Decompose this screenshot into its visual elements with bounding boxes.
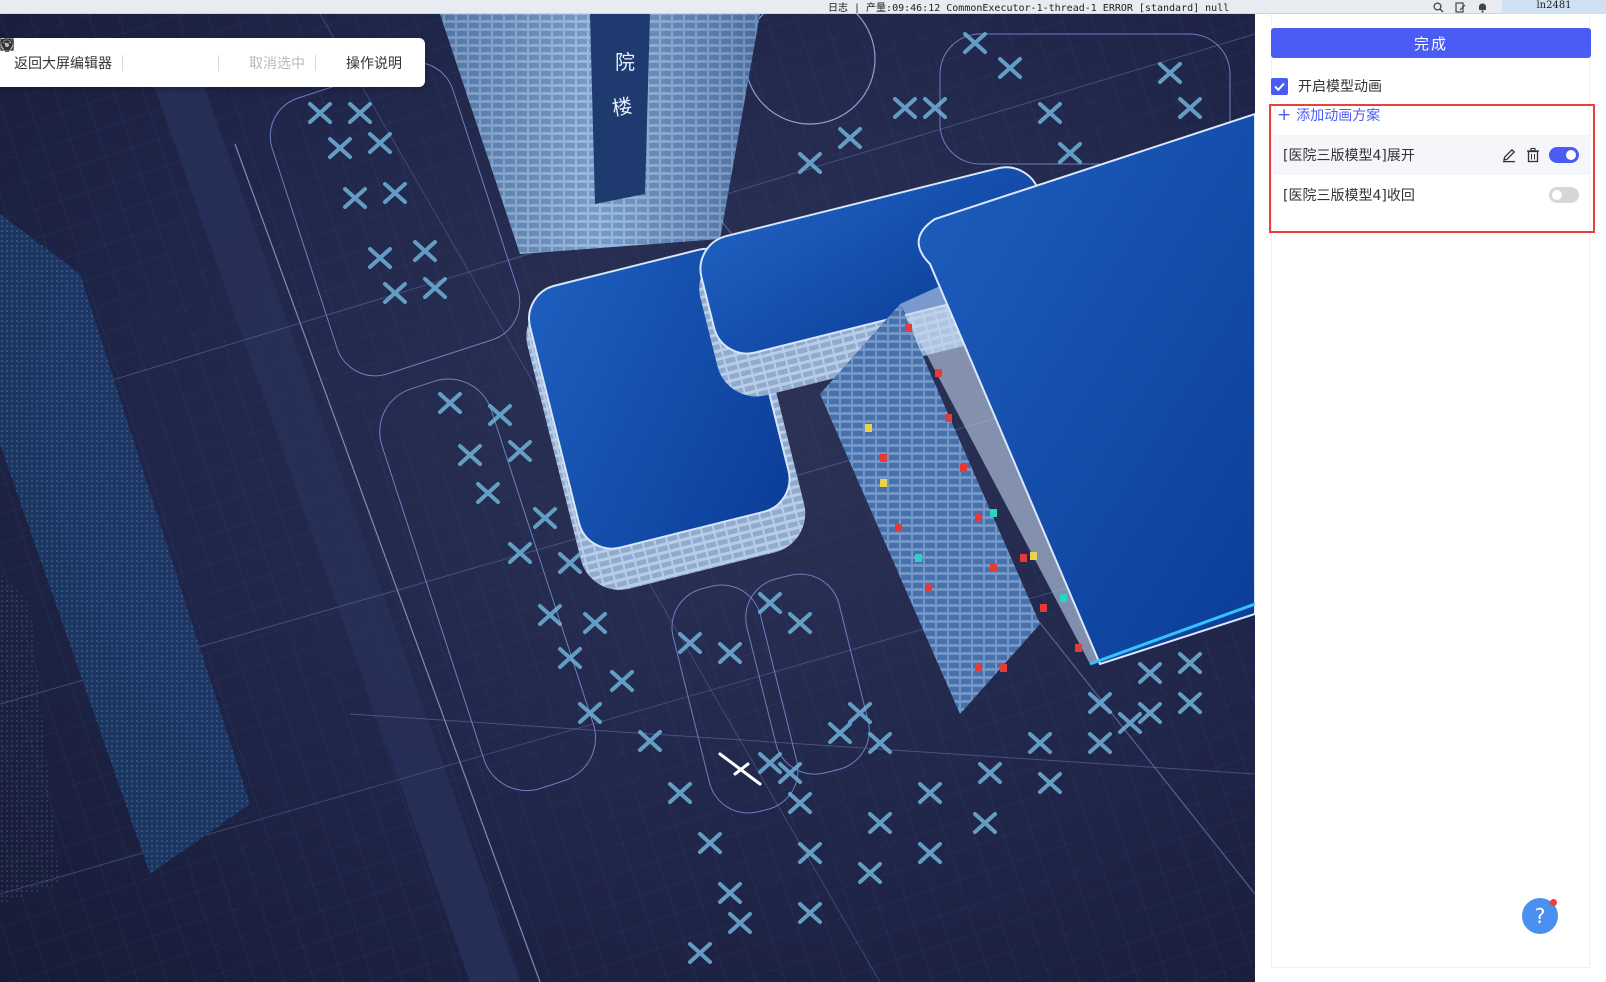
scheme-label: [医院三版模型4]收回 <box>1283 188 1415 204</box>
toggle-knob <box>1566 150 1576 160</box>
operation-guide-label: 操作说明 <box>346 55 402 72</box>
edit-icon[interactable] <box>1501 147 1517 163</box>
scheme-toggle[interactable] <box>1549 147 1579 163</box>
enable-animation-label: 开启模型动画 <box>1298 79 1382 95</box>
back-to-editor-button[interactable]: 返回大屏编辑器 <box>0 38 112 87</box>
plus-icon: + <box>1277 104 1292 125</box>
lightbulb-icon <box>1 38 340 70</box>
back-label: 返回大屏编辑器 <box>14 55 112 72</box>
deselect-button[interactable]: 取消选中 <box>0 38 305 73</box>
scene-graphics: 院 楼 <box>0 14 1255 982</box>
bell-icon[interactable] <box>1476 2 1488 13</box>
search-icon[interactable] <box>1432 1 1444 13</box>
toolbar-divider <box>122 54 123 71</box>
top-status-strip: 日志 | 产量:09:46:12 CommonExecutor-1-thread… <box>0 0 1606 14</box>
3d-scene-viewport[interactable]: 院 楼 返回大屏编辑器 取消选中 操作说明 <box>0 14 1255 982</box>
editor-toolbar: 返回大屏编辑器 取消选中 操作说明 <box>0 38 425 87</box>
deselect-icon <box>0 38 243 70</box>
cube-front-icon[interactable] <box>0 38 147 70</box>
deselect-label: 取消选中 <box>249 55 305 72</box>
animation-settings-panel: 完成 开启模型动画 + 添加动画方案 [医院三版模型4]展开 [医院三版模型4]… <box>1255 14 1606 982</box>
log-text: 日志 | 产量:09:46:12 CommonExecutor-1-thread… <box>828 3 1230 14</box>
cube-solid-icon[interactable] <box>0 39 172 70</box>
scheme-toggle[interactable] <box>1549 187 1579 203</box>
tower-sign-1: 院 <box>615 50 635 74</box>
cube-side-icon[interactable] <box>0 38 197 70</box>
toggle-knob <box>1552 190 1562 200</box>
edit-doc-icon[interactable] <box>1454 1 1466 13</box>
animation-scheme-row[interactable]: [医院三版模型4]收回 <box>1273 175 1591 215</box>
operation-guide-button[interactable]: 操作说明 <box>1 38 402 73</box>
enable-animation-row[interactable]: 开启模型动画 <box>1271 76 1382 96</box>
toolbar-divider <box>218 54 219 71</box>
add-animation-scheme-link[interactable]: + 添加动画方案 <box>1277 105 1380 125</box>
animation-scheme-row[interactable]: [医院三版模型4]展开 <box>1273 135 1591 175</box>
enable-animation-checkbox[interactable] <box>1271 77 1288 95</box>
scheme-label: [医院三版模型4]展开 <box>1283 148 1415 164</box>
tower-sign-2: 楼 <box>610 93 634 120</box>
trash-icon[interactable] <box>1525 147 1541 163</box>
top-icons <box>1432 0 1488 14</box>
scheme-actions <box>1549 187 1591 203</box>
scheme-actions <box>1501 147 1591 163</box>
notification-dot <box>1550 899 1557 906</box>
done-button[interactable]: 完成 <box>1271 28 1591 58</box>
toolbar-divider <box>315 54 316 71</box>
user-tab[interactable]: ln2481 <box>1502 0 1606 14</box>
add-scheme-label: 添加动画方案 <box>1296 108 1381 124</box>
